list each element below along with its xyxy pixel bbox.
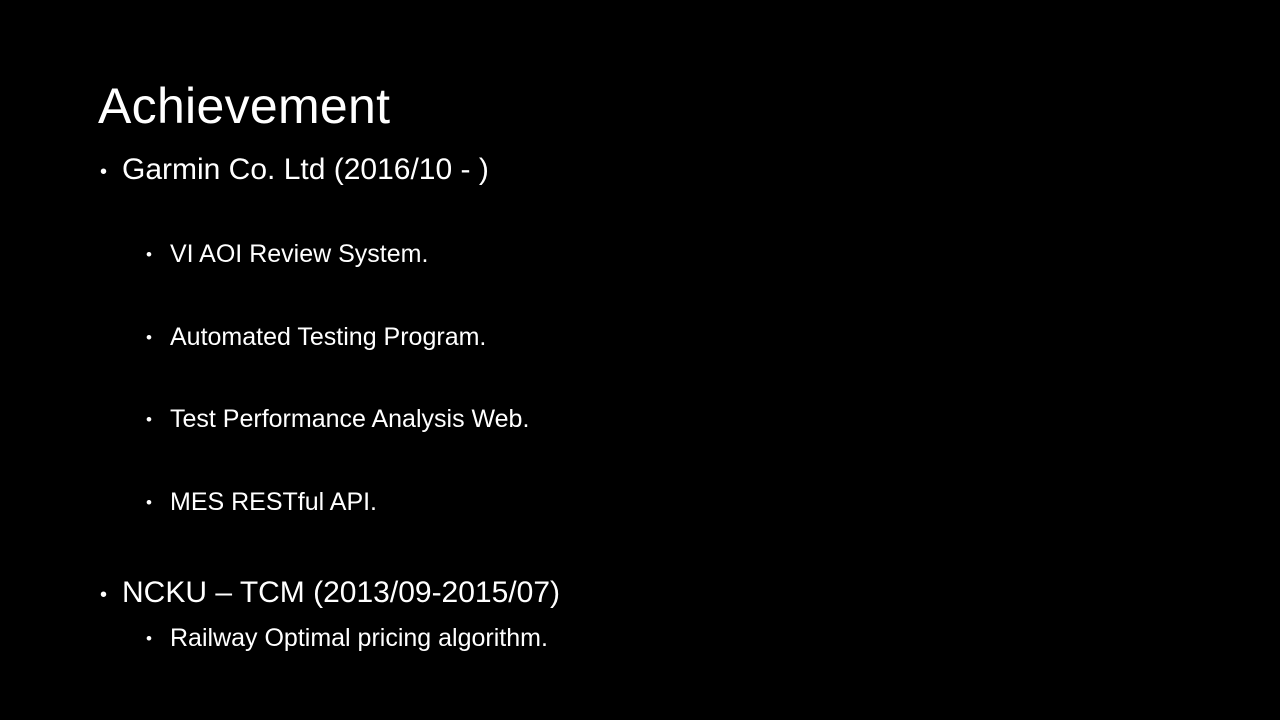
slide: Achievement • Garmin Co. Ltd (2016/10 - … (0, 0, 1280, 720)
list-item-text: MES RESTful API. (170, 488, 378, 516)
list-item: • Test Performance Analysis Web. (146, 402, 530, 436)
section-heading-text: NCKU – TCM (2013/09-2015/07) (122, 576, 560, 609)
bullet-icon: • (146, 410, 152, 429)
slide-title: Achievement (98, 78, 391, 134)
bullet-icon: • (146, 493, 152, 512)
list-item-text: Railway Optimal pricing algorithm. (170, 624, 548, 652)
section-heading-garmin: • Garmin Co. Ltd (2016/10 - ) (100, 150, 489, 190)
list-item-text: Test Performance Analysis Web. (170, 405, 530, 433)
bullet-icon: • (146, 629, 152, 648)
section-heading-text: Garmin Co. Ltd (2016/10 - ) (122, 153, 489, 186)
bullet-icon: • (100, 584, 108, 606)
section-heading-ncku: • NCKU – TCM (2013/09-2015/07) (100, 573, 560, 613)
list-item: • Railway Optimal pricing algorithm. (146, 621, 548, 655)
bullet-icon: • (146, 328, 152, 347)
list-item-text: VI AOI Review System. (170, 240, 429, 268)
list-item: • MES RESTful API. (146, 485, 378, 519)
bullet-icon: • (146, 245, 152, 264)
list-item: • VI AOI Review System. (146, 237, 429, 271)
bullet-icon: • (100, 161, 108, 183)
list-item: • Automated Testing Program. (146, 320, 487, 354)
list-item-text: Automated Testing Program. (170, 323, 487, 351)
